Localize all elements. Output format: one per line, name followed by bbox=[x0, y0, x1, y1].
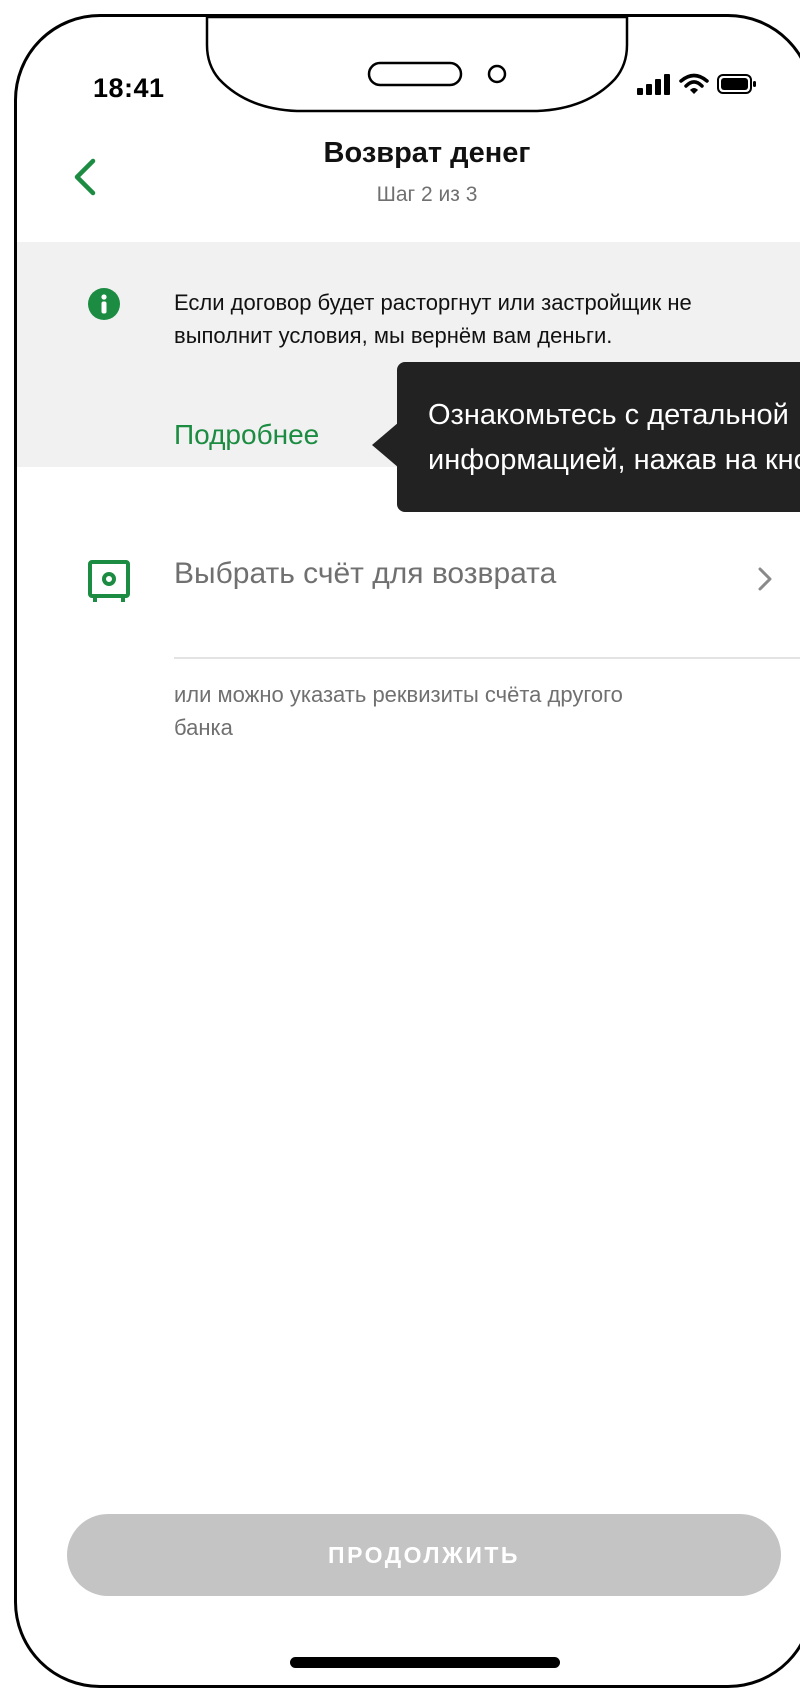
info-text: Если договор будет расторгнут или застро… bbox=[174, 290, 692, 348]
home-indicator bbox=[290, 1657, 560, 1668]
select-account-row[interactable]: Выбрать счёт для возврата bbox=[17, 537, 800, 621]
divider bbox=[174, 657, 800, 659]
tooltip: Ознакомьтесь с детальной информацией, на… bbox=[397, 362, 800, 512]
page-title: Возврат денег bbox=[323, 137, 531, 169]
info-icon bbox=[88, 288, 120, 320]
phone-frame: 18:41 Возврат денег Шаг 2 из 3 Если дого… bbox=[14, 14, 800, 1688]
tooltip-line-1: Ознакомьтесь с детальной bbox=[428, 399, 789, 431]
chevron-right-icon bbox=[758, 567, 772, 591]
back-button[interactable] bbox=[67, 153, 107, 201]
notch bbox=[205, 17, 629, 113]
select-account-label: Выбрать счёт для возврата bbox=[174, 557, 557, 590]
continue-button[interactable]: ПРОДОЛЖИТЬ bbox=[67, 1514, 781, 1596]
safe-icon bbox=[88, 560, 130, 602]
tooltip-arrow bbox=[372, 422, 399, 468]
tooltip-line-2: информацией, нажав на кнопку bbox=[428, 444, 800, 476]
more-link[interactable]: Подробнее bbox=[174, 419, 319, 451]
step-indicator: Шаг 2 из 3 bbox=[376, 183, 478, 206]
chevron-left-icon bbox=[74, 158, 96, 196]
other-bank-hint: или можно указать реквизиты счёта другог… bbox=[174, 682, 623, 740]
